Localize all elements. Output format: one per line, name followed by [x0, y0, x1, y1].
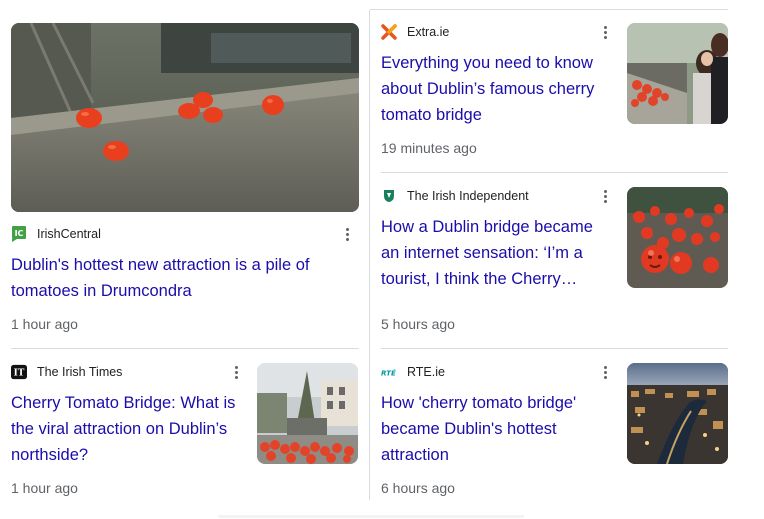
- bottom-scroll-indicator: [218, 515, 524, 518]
- news-card-irish-times[interactable]: IT The Irish Times Cherry Tomato Bridge:…: [11, 362, 245, 496]
- article-time: 1 hour ago: [11, 316, 78, 332]
- source-name: The Irish Times: [37, 365, 123, 379]
- news-card-irish-independent[interactable]: The Irish Independent How a Dublin bridg…: [381, 186, 613, 332]
- article-time: 5 hours ago: [381, 316, 455, 332]
- extra-ie-logo-icon: [381, 24, 397, 40]
- article-time: 19 minutes ago: [381, 140, 477, 156]
- top-divider: [370, 9, 728, 10]
- irish-times-logo-icon: IT: [11, 364, 27, 380]
- article-thumbnail-tomato-closeup[interactable]: [627, 187, 728, 288]
- article-thumbnail-crowd-tomatoes[interactable]: [627, 23, 728, 124]
- news-card-rte[interactable]: RTÉ RTE.ie How 'cherry tomato bridge' be…: [381, 362, 613, 496]
- more-options-icon[interactable]: [229, 362, 243, 382]
- article-title[interactable]: Cherry Tomato Bridge: What is the viral …: [11, 390, 245, 468]
- article-time: 6 hours ago: [381, 480, 455, 496]
- source-name: Extra.ie: [407, 25, 450, 39]
- rte-logo-text: RTÉ: [381, 369, 396, 377]
- article-time: 1 hour ago: [11, 480, 78, 496]
- column-divider: [369, 10, 370, 500]
- row-divider-right-1: [381, 172, 728, 173]
- news-card-irishcentral[interactable]: IC IrishCentral Dublin's hottest new att…: [11, 224, 359, 332]
- article-title[interactable]: How a Dublin bridge became an internet s…: [381, 214, 613, 292]
- irish-independent-logo-icon: [381, 188, 397, 204]
- article-thumbnail-bridge-view[interactable]: [257, 363, 358, 464]
- more-options-icon[interactable]: [598, 362, 612, 382]
- article-title[interactable]: Dublin's hottest new attraction is a pil…: [11, 252, 341, 304]
- irish-times-logo-text: IT: [14, 369, 25, 379]
- article-image-tomatoes-on-wall[interactable]: [11, 23, 359, 212]
- irishcentral-logo-text: IC: [15, 229, 24, 238]
- source-row: IC IrishCentral: [11, 224, 359, 244]
- source-row: RTÉ RTE.ie: [381, 362, 611, 382]
- row-divider-left: [11, 348, 359, 349]
- source-row: The Irish Independent: [381, 186, 611, 206]
- article-title[interactable]: How 'cherry tomato bridge' became Dublin…: [381, 390, 613, 468]
- source-name: The Irish Independent: [407, 189, 529, 203]
- source-row: IT The Irish Times: [11, 362, 243, 382]
- more-options-icon[interactable]: [598, 186, 612, 206]
- more-options-icon[interactable]: [598, 22, 612, 42]
- source-row: Extra.ie: [381, 22, 611, 42]
- row-divider-right-2: [381, 348, 728, 349]
- article-thumbnail-dublin-night[interactable]: [627, 363, 728, 464]
- article-title[interactable]: Everything you need to know about Dublin…: [381, 50, 613, 128]
- rte-logo-icon: RTÉ: [381, 364, 397, 380]
- more-options-icon[interactable]: [340, 224, 354, 244]
- source-name: RTE.ie: [407, 365, 445, 379]
- source-name: IrishCentral: [37, 227, 101, 241]
- news-card-extra-ie[interactable]: Extra.ie Everything you need to know abo…: [381, 22, 613, 156]
- irishcentral-logo-icon: IC: [11, 226, 27, 242]
